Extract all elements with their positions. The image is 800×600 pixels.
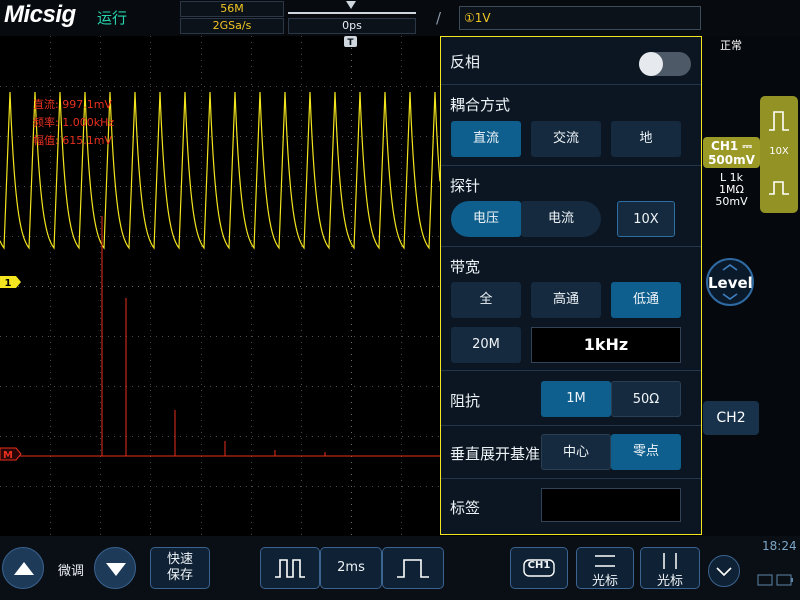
trigger-level-knob[interactable]: Level [706,258,754,306]
invert-section: 反相 [441,37,701,85]
quick-save-line1: 快速 [166,552,193,567]
invert-toggle[interactable] [639,52,691,76]
ch1-chip-label: CH1 [527,560,551,571]
narrow-pulse-icon [275,559,305,578]
rising-edge-icon[interactable]: / [436,9,441,27]
ch2-button[interactable]: CH2 [703,401,759,435]
tag-section: 标签 [441,479,701,535]
lowpass-cutoff-input[interactable]: 1kHz [531,327,681,363]
fine-adjust-label: 微调 [57,564,84,579]
trigger-position-marker[interactable]: T [344,36,357,48]
channel-menu-button[interactable]: CH1 [510,547,568,589]
coupling-section: 耦合方式 直流 交流 地 [441,85,701,166]
trigger-setting[interactable]: ①1V [459,6,701,30]
impedance-label: 阻抗 [450,392,481,410]
memory-position-bar [288,12,416,14]
ch1-info: L 1k 1MΩ 50mV [703,172,760,208]
vertical-cursor-button[interactable]: 光标 [640,547,700,589]
run-stop-status[interactable]: 运行 [97,7,127,28]
coupling-dc-button[interactable]: 直流 [451,121,521,157]
measurement-readouts: 直流: 997.1mV 频率: 1.000kHz 幅值: 615.1mV [33,96,114,150]
impedance-1m-button[interactable]: 1M [541,381,611,417]
trigger-mode-status[interactable]: 正常 [720,37,742,53]
dc-coupling-icon: ⎓ [742,139,752,153]
horizontal-cursor-icon [595,555,615,567]
probe-section: 探针 电压 电流 10X [441,166,701,247]
ch1-offset: 50mV [715,195,748,208]
quick-save-line2: 保存 [166,568,193,583]
quick-save-button[interactable]: 快速 保存 [150,547,210,589]
pulse-down-icon[interactable] [760,166,798,208]
bandwidth-label: 带宽 [450,258,481,276]
vertical-cursor-label: 光标 [656,574,683,589]
tag-input[interactable] [541,488,681,522]
invert-label: 反相 [450,53,481,71]
storage-status-icon [757,572,795,586]
triangle-down-icon [106,563,126,576]
wide-pulse-icon [397,559,429,578]
probe-ratio-button[interactable]: 10X [617,201,675,237]
ch1-scale: 500mV [708,153,755,167]
impedance-section: 阻抗 1M 50Ω [441,371,701,426]
chevron-down-icon [716,567,732,577]
coupling-ac-button[interactable]: 交流 [531,121,601,157]
expand-menu-button[interactable] [708,555,740,587]
vertical-ref-zero-button[interactable]: 零点 [611,434,681,470]
ch1-name: CH1 [711,139,739,153]
timebase-value[interactable]: 2ms [320,547,382,589]
sample-rate[interactable]: 2GSa/s [180,18,284,34]
measurement-frequency: 频率: 1.000kHz [33,116,115,129]
bandwidth-lowpass-button[interactable]: 低通 [611,282,681,318]
position-marker-icon [346,1,356,9]
measurement-dc: 直流: 997.1mV [33,98,112,111]
ch1-marker-label: 1 [5,278,12,289]
measurement-amplitude: 幅值: 615.1mV [33,134,112,147]
ch1-badge[interactable]: CH1 ⎓ 500mV [703,137,760,168]
bandwidth-20m-button[interactable]: 20M [451,327,521,363]
horizontal-position[interactable]: 0ps [288,1,416,34]
bottom-toolbar: 微调 快速 保存 2ms CH1 光标 光标 [0,536,800,600]
coupling-label: 耦合方式 [450,96,511,114]
vertical-reference-label: 垂直展开基准 [450,445,541,463]
pulse-up-icon[interactable] [760,100,798,142]
clock: 18:24 [762,539,797,553]
probe-voltage-button[interactable]: 电压 [451,201,521,237]
horizontal-offset[interactable]: 0ps [288,18,416,34]
probe-label: 探针 [450,177,481,195]
channel-settings-panel: 反相 耦合方式 直流 交流 地 探针 电压 电流 10X 带宽 全 高通 低通 … [440,36,702,535]
timebase-increase-button[interactable] [382,547,444,589]
memory-depth[interactable]: 56M [180,1,284,17]
fine-down-button[interactable] [94,547,136,589]
trigger-marker-label: T [347,38,354,48]
bandwidth-full-button[interactable]: 全 [451,282,521,318]
math-marker-label: M [3,450,13,461]
brand-logo: Micsig [4,1,76,28]
vertical-ref-center-button[interactable]: 中心 [541,434,611,470]
top-status-bar: Micsig 运行 56M 2GSa/s 0ps / ①1V [0,0,800,36]
impedance-50ohm-button[interactable]: 50Ω [611,381,681,417]
tag-label: 标签 [450,499,481,517]
probe-current-button[interactable]: 电流 [521,201,601,237]
ch1-ground-marker[interactable]: 1 [0,276,21,289]
bandwidth-section: 带宽 全 高通 低通 20M 1kHz [441,247,701,371]
coupling-gnd-button[interactable]: 地 [611,121,681,157]
horizontal-cursor-button[interactable]: 光标 [576,547,634,589]
probe-ratio-label: 10X [769,146,789,157]
horizontal-cursor-label: 光标 [591,574,618,589]
ch1-quick-controls: 10X [760,96,798,213]
toggle-knob [639,52,663,76]
math-marker[interactable]: M [0,447,22,461]
fine-up-button[interactable] [2,547,44,589]
timebase-decrease-button[interactable] [260,547,320,589]
triangle-up-icon [14,562,34,575]
vertical-cursor-icon [663,553,677,569]
vertical-reference-section: 垂直展开基准 中心 零点 [441,426,701,479]
bandwidth-highpass-button[interactable]: 高通 [531,282,601,318]
level-label: Level [708,274,753,292]
